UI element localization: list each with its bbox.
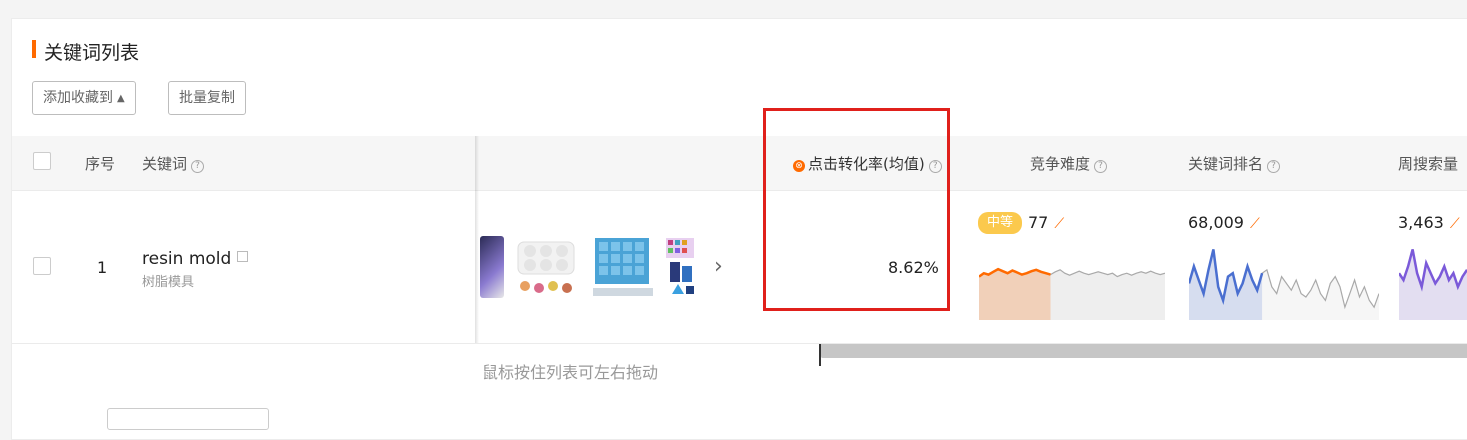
help-icon[interactable]: ?	[1094, 160, 1108, 173]
kit-image	[666, 238, 694, 294]
header-keyword-rank-label: 关键词排名	[1188, 155, 1264, 173]
chevron-right-icon[interactable]: ›	[714, 254, 723, 279]
header-keyword: 关键词?	[142, 153, 205, 174]
competition-sparkline	[979, 267, 1165, 320]
horizontal-scrollbar-thumb[interactable]	[821, 344, 1467, 358]
weekly-search: 3,463 ⟋	[1398, 213, 1460, 232]
pagination-control[interactable]	[107, 408, 269, 430]
trend-chart-icon[interactable]: ⟋	[1450, 216, 1460, 232]
caret-up-icon: ▲	[117, 93, 125, 104]
help-icon[interactable]: ?	[191, 160, 205, 173]
ice-mold-image	[593, 238, 653, 296]
header-index: 序号	[85, 155, 116, 173]
competition-badge: 中等	[978, 212, 1022, 234]
weekly-search-value: 3,463	[1398, 213, 1444, 232]
add-to-favorites-button[interactable]: 添加收藏到 ▲	[32, 81, 136, 115]
drag-hint: 鼠标按住列表可左右拖动	[482, 363, 659, 382]
mold-tray-image	[517, 241, 575, 293]
header-weekly-search-label: 周搜索量	[1398, 155, 1459, 173]
keyword-cell: resin mold	[142, 249, 249, 269]
weekly-search-sparkline	[1399, 249, 1467, 320]
trend-chart-icon[interactable]: ⟋	[1054, 216, 1064, 232]
row-checkbox[interactable]	[33, 257, 51, 275]
add-to-favorites-label: 添加收藏到	[43, 90, 113, 106]
section-title: 关键词列表	[44, 42, 140, 64]
scrollbar-edge-marker	[819, 344, 821, 366]
keyword-text[interactable]: resin mold	[142, 249, 231, 269]
row-index: 1	[97, 258, 108, 277]
product-thumbnail[interactable]	[515, 236, 579, 298]
product-thumbnail[interactable]	[664, 236, 698, 298]
select-all-checkbox[interactable]	[33, 152, 51, 170]
keyword-rank-value: 68,009	[1188, 213, 1244, 232]
header-weekly-search[interactable]: 周搜索量	[1398, 153, 1458, 174]
competition-score-value: 77	[1028, 213, 1049, 232]
keyword-translation: 树脂模具	[142, 275, 195, 290]
keyword-rank: 68,009 ⟋	[1188, 213, 1260, 232]
header-keyword-label: 关键词	[142, 155, 188, 173]
copy-icon[interactable]	[237, 251, 249, 262]
batch-copy-button[interactable]: 批量复制	[168, 81, 246, 115]
header-competition-label: 竞争难度	[1030, 155, 1091, 173]
header-competition[interactable]: 竞争难度?	[1030, 153, 1108, 174]
sparkline-highlight-area	[979, 269, 1051, 320]
fixed-column-shadow	[475, 136, 479, 344]
product-thumbnail[interactable]	[480, 236, 504, 298]
header-keyword-rank[interactable]: 关键词排名?	[1188, 153, 1281, 174]
help-icon[interactable]: ?	[1267, 160, 1281, 173]
highlight-box	[763, 108, 950, 311]
trend-chart-icon[interactable]: ⟋	[1250, 216, 1260, 232]
keyword-rank-sparkline	[1189, 249, 1379, 320]
title-accent-bar	[32, 40, 36, 58]
product-thumbnail[interactable]	[591, 236, 655, 298]
competition-score: 77 ⟋	[1028, 213, 1064, 232]
